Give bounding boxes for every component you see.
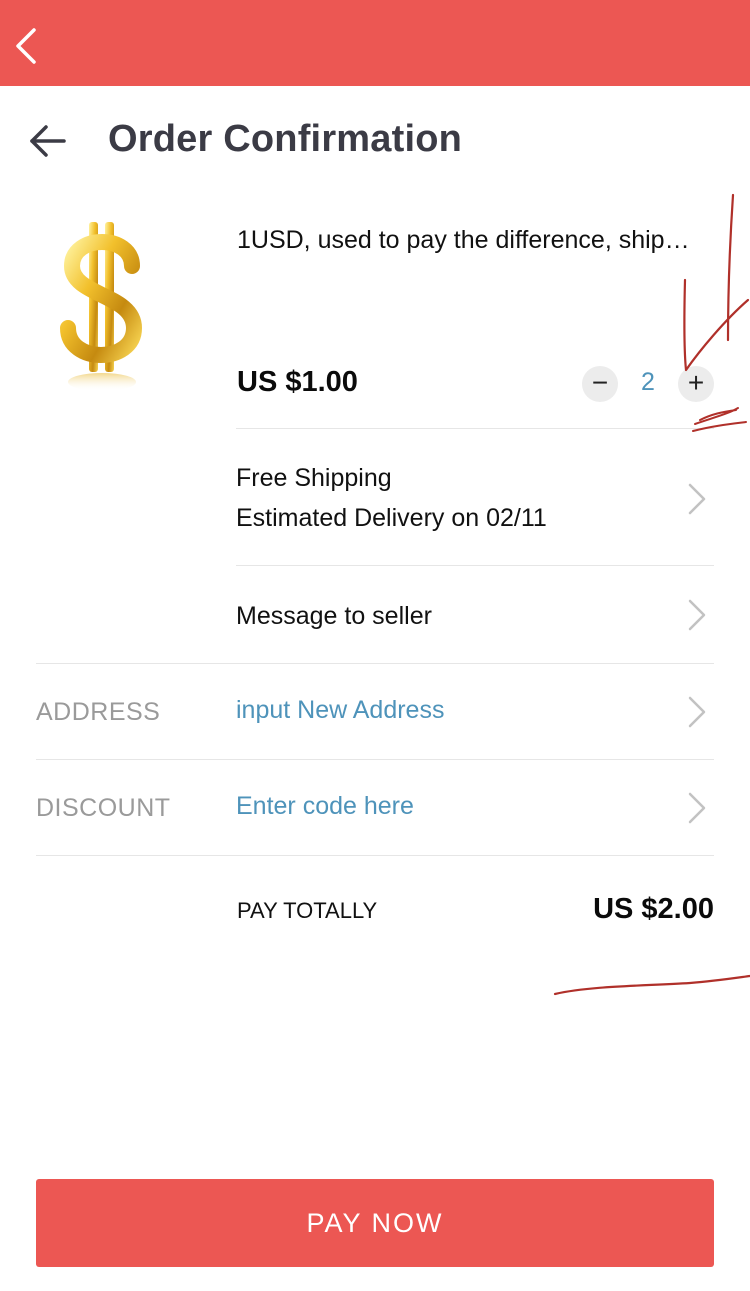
product-image[interactable] <box>14 204 190 394</box>
page-header: Order Confirmation <box>0 86 750 198</box>
estimated-delivery: Estimated Delivery on 02/11 <box>236 504 547 532</box>
message-to-seller-label: Message to seller <box>236 602 432 630</box>
decrease-quantity-button[interactable]: − <box>582 366 618 402</box>
message-to-seller-row[interactable]: Message to seller <box>236 596 714 636</box>
increase-quantity-button[interactable]: + <box>678 366 714 402</box>
shipping-method: Free Shipping <box>236 464 392 492</box>
pay-total-label: PAY TOTALLY <box>237 898 378 923</box>
chevron-right-icon <box>686 791 708 825</box>
shipping-row[interactable]: Free Shipping Estimated Delivery on 02/1… <box>236 458 714 542</box>
chevron-left-icon[interactable] <box>12 26 42 66</box>
annotation-arrow-stroke <box>726 193 735 342</box>
pay-total-amount: US $2.00 <box>593 893 714 925</box>
annotation-arrow-head <box>683 278 750 372</box>
input-new-address-link[interactable]: input New Address <box>236 696 444 725</box>
discount-label: DISCOUNT <box>36 794 171 822</box>
address-row[interactable]: ADDRESS input New Address <box>36 664 714 759</box>
page-title: Order Confirmation <box>108 118 463 160</box>
chevron-right-icon <box>686 598 708 632</box>
product-price: US $1.00 <box>237 366 358 398</box>
pay-now-button[interactable]: PAY NOW <box>36 1179 714 1267</box>
divider <box>236 428 714 429</box>
address-label: ADDRESS <box>36 698 161 726</box>
annotation-underline <box>553 974 750 996</box>
arrow-left-icon[interactable] <box>28 124 68 158</box>
quantity-stepper: − 2 + <box>582 366 717 404</box>
product-title[interactable]: 1USD, used to pay the difference, shippi… <box>237 226 697 255</box>
discount-code-input[interactable]: Enter code here <box>236 792 414 821</box>
quantity-value: 2 <box>641 368 655 396</box>
discount-row[interactable]: DISCOUNT Enter code here <box>36 760 714 855</box>
top-bar <box>0 0 750 86</box>
divider <box>236 565 714 566</box>
chevron-right-icon <box>686 482 708 516</box>
chevron-right-icon <box>686 695 708 729</box>
divider <box>36 855 714 856</box>
